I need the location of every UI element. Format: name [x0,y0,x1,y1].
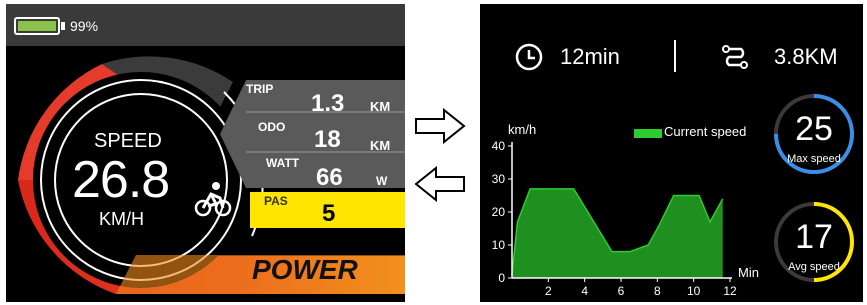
chart-y-axis-label: km/h [508,122,537,137]
avg-speed-label: Avg speed [788,261,840,273]
avg-speed-value: 17 [795,218,833,256]
x-tick-label: 8 [654,284,661,298]
chart-plot-area [511,188,724,278]
max-speed-value: 25 [795,110,833,148]
route-icon [722,45,748,69]
trip-value: 1.3 [311,90,345,117]
x-tick-label: 12 [723,284,737,298]
current-speed-series [512,188,723,278]
odo-label: ODO [258,120,286,134]
odo-value: 18 [314,126,341,153]
watt-unit: W [376,174,388,188]
x-tick-label: 6 [618,284,625,298]
y-tick-label: 30 [492,172,506,186]
pas-value: 5 [322,200,336,227]
speed-unit: KM/H [99,209,144,229]
y-tick-label: 40 [492,139,506,153]
distance: 3.8KM [774,44,838,69]
watt-label: WATT [266,156,300,170]
y-tick-label: 20 [492,205,506,219]
main-display-screen: 99% SPEED 26.8 KM/H TRIP 1.3 KM ODO 18 K… [6,4,405,302]
chart-x-axis-label: Min [738,265,759,280]
clock-icon [515,43,543,71]
x-tick-label: 10 [687,284,701,298]
max-speed-label: Max speed [787,153,841,165]
right-arrow-icon [415,108,466,144]
legend-label: Current speed [664,124,747,139]
y-tick-label: 10 [492,238,506,252]
header-divider [674,40,676,72]
left-arrow-icon [414,166,465,202]
x-tick-label: 2 [545,284,552,298]
pas-label: PAS [264,194,288,208]
speed-chart: 0 10 20 30 40 2 4 6 8 10 12 [492,139,737,298]
stats-display-screen: 12min 3.8KM 0 10 20 30 40 2 4 6 8 10 12 km/h Min C… [480,4,863,302]
bicycle-rider-icon [194,182,232,217]
y-tick-label: 0 [498,271,505,285]
trip-label: TRIP [246,82,274,96]
speed-value: 26.8 [72,151,170,209]
ride-time: 12min [560,44,620,69]
x-tick-label: 4 [581,284,588,298]
odo-unit: KM [370,138,391,153]
legend-swatch [634,129,662,138]
trip-unit: KM [370,99,391,114]
power-label: POWER [252,254,358,285]
watt-value: 66 [316,164,343,191]
